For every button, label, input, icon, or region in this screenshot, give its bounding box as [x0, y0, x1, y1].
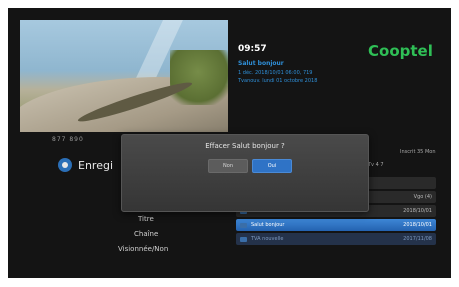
item-date: 2018/10/01: [403, 208, 432, 214]
brand-logo: Cooptel: [368, 42, 433, 60]
recording-icon: [58, 158, 72, 172]
program-date: Tvanouv. lundi 01 octobre 2018: [238, 78, 318, 84]
title-label: Titre: [138, 215, 154, 223]
header-sub-label: Tv 4 7: [368, 162, 384, 168]
page-title: Enregi: [78, 158, 114, 172]
video-caption: 877 890: [52, 136, 84, 143]
list-item-selected[interactable]: Salut bonjour 2018/10/01: [236, 219, 436, 231]
live-tv-preview: [20, 20, 228, 132]
plant: [170, 50, 228, 105]
item-date: 2018/10/01: [403, 222, 432, 228]
clock: 09:57: [238, 44, 267, 54]
program-details: 1 déc. 2018/10/01 06:00, 719: [238, 70, 313, 76]
no-button[interactable]: Non: [208, 159, 248, 173]
tv-screen: 877 890 09:57 Cooptel Salut bonjour 1 dé…: [8, 8, 451, 278]
item-name: TVA nouvelle: [251, 236, 284, 242]
recording-icon: [240, 236, 247, 242]
item-name: Salut bonjour: [251, 222, 285, 228]
item-date: Vgo (4): [413, 194, 432, 200]
channel-label: Chaîne: [134, 230, 159, 238]
header-right-label: Inscrit 35 Mon: [400, 149, 436, 155]
list-item[interactable]: TVA nouvelle 2017/11/08: [236, 233, 436, 245]
recording-icon: [240, 222, 247, 228]
delete-confirm-dialog: Effacer Salut bonjour ? Non Oui: [121, 134, 369, 212]
yes-button[interactable]: Oui: [252, 159, 292, 173]
viewed-label: Visionnée/Non: [118, 245, 169, 253]
program-title: Salut bonjour: [238, 60, 284, 67]
page-header: Enregi: [58, 158, 113, 172]
dialog-message: Effacer Salut bonjour ?: [205, 142, 285, 150]
item-date: 2017/11/08: [403, 236, 432, 242]
